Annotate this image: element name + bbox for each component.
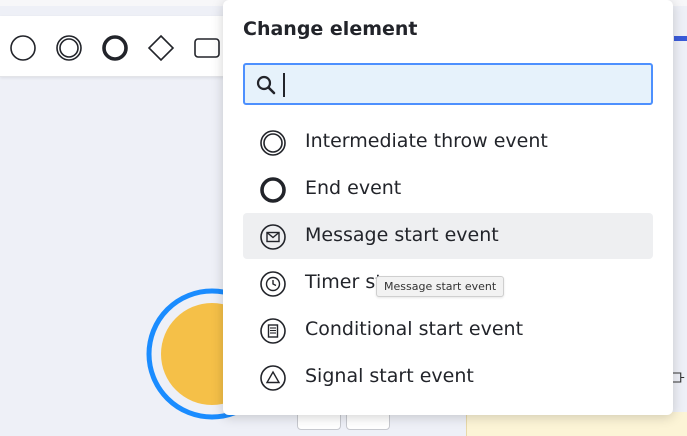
option-label: End event: [305, 177, 402, 199]
conditional-start-event-icon: [260, 318, 286, 344]
option-label: Timer st: [305, 271, 383, 293]
end-event-icon: [260, 177, 286, 203]
option-conditional-start-event[interactable]: Conditional start event: [243, 307, 653, 353]
option-label: Signal start event: [305, 365, 474, 387]
popup-title: Change element: [243, 18, 418, 40]
message-start-event-icon: [260, 224, 286, 250]
text-caret: [283, 73, 285, 97]
start-event-icon[interactable]: [9, 34, 37, 62]
element-palette: [0, 16, 240, 77]
element-options-list: Intermediate throw event End event Messa…: [243, 119, 653, 401]
intermediate-event-icon[interactable]: [55, 34, 83, 62]
timer-start-event-icon: [260, 271, 286, 297]
end-event-icon[interactable]: [101, 34, 129, 62]
tooltip: Message start event: [376, 276, 505, 297]
task-icon[interactable]: [193, 34, 221, 62]
option-message-start-event[interactable]: Message start event: [243, 213, 653, 259]
flow-line: [674, 36, 687, 41]
option-end-event[interactable]: End event: [243, 166, 653, 212]
signal-start-event-icon: [260, 365, 286, 391]
annotation-panel: [466, 412, 687, 436]
search-icon: [256, 75, 276, 95]
gateway-icon[interactable]: [147, 34, 175, 62]
option-label: Message start event: [305, 224, 499, 246]
search-input[interactable]: [281, 70, 641, 98]
change-element-popup: Change element Intermediate throw event …: [223, 0, 673, 415]
option-label: Intermediate throw event: [305, 130, 548, 152]
option-intermediate-throw-event[interactable]: Intermediate throw event: [243, 119, 653, 165]
intermediate-throw-event-icon: [260, 130, 286, 156]
option-label: Conditional start event: [305, 318, 524, 340]
search-box[interactable]: [243, 63, 653, 105]
option-signal-start-event[interactable]: Signal start event: [243, 354, 653, 400]
